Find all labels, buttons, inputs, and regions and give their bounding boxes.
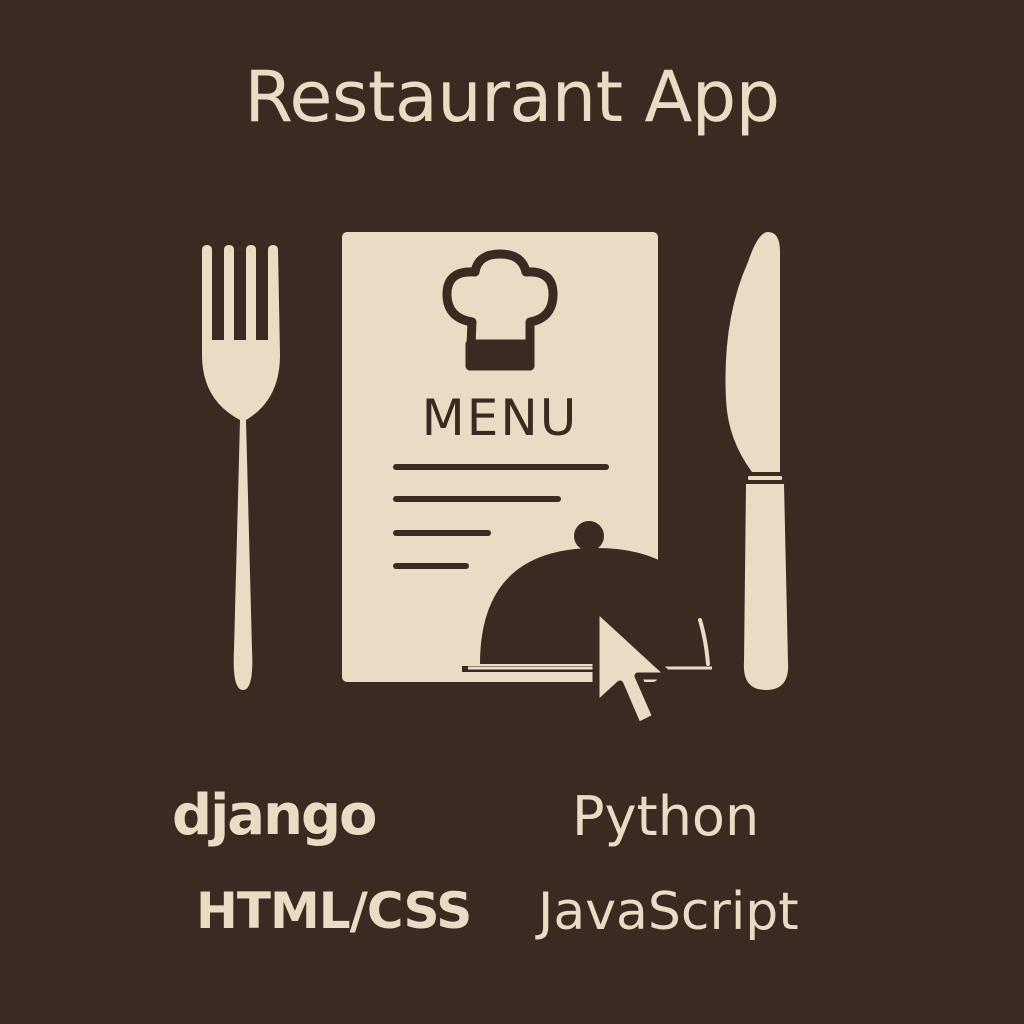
menu-card: MENU bbox=[342, 232, 718, 682]
fork-icon bbox=[202, 245, 280, 690]
tech-htmlcss: HTML/CSS bbox=[196, 882, 472, 940]
tech-javascript: JavaScript bbox=[538, 882, 799, 942]
tech-django: django bbox=[172, 783, 377, 848]
tech-python: Python bbox=[572, 785, 760, 848]
menu-heading: MENU bbox=[422, 389, 579, 447]
illustration: MENU bbox=[202, 232, 789, 730]
knife-icon bbox=[725, 232, 789, 690]
poster: Restaurant App MENU django Python HTML/C… bbox=[0, 0, 1024, 1024]
